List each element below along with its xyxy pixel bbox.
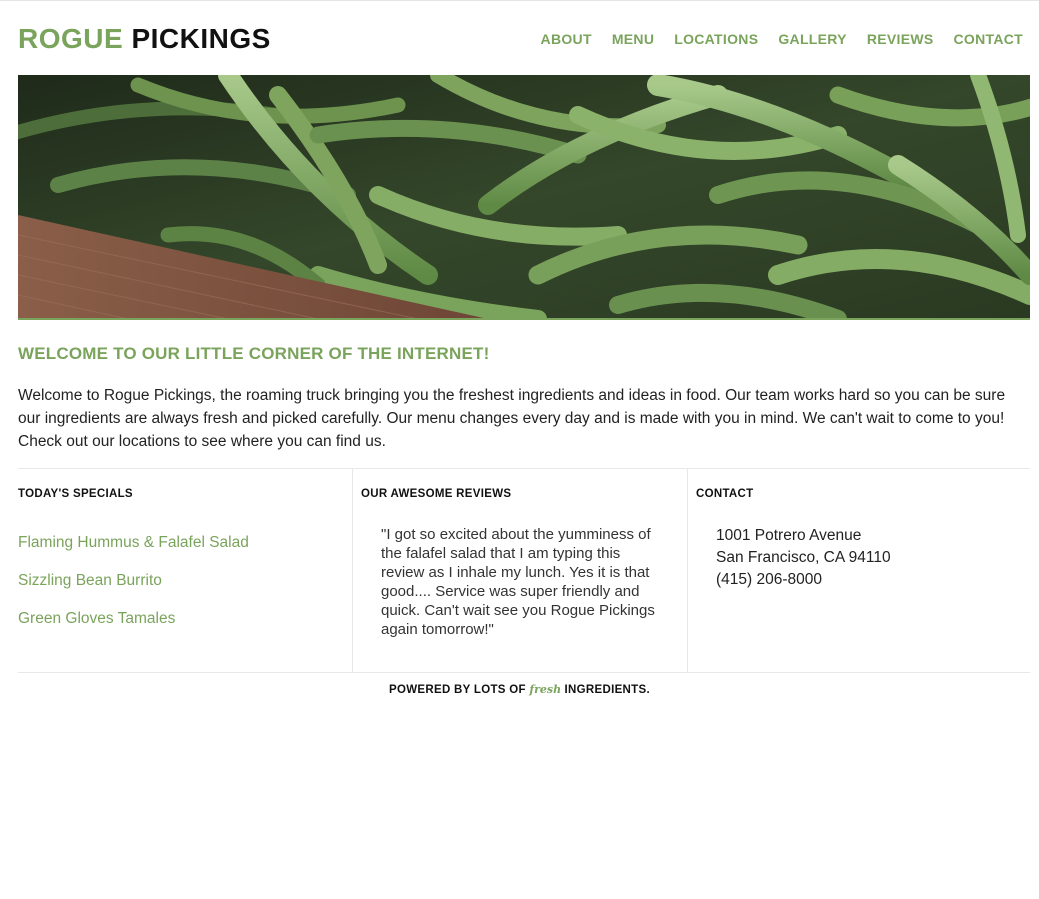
contact-heading: CONTACT xyxy=(696,488,754,500)
green-beans-photo xyxy=(18,75,1030,319)
nav-locations[interactable]: LOCATIONS xyxy=(674,31,758,47)
site-header: ROGUE PICKINGS ABOUT MENU LOCATIONS GALL… xyxy=(18,22,1023,56)
contact-phone[interactable]: (415) 206-8000 xyxy=(716,569,891,591)
nav-contact[interactable]: CONTACT xyxy=(954,31,1024,47)
top-border xyxy=(0,0,1039,1)
welcome-title: WELCOME TO OUR LITTLE CORNER OF THE INTE… xyxy=(18,344,490,363)
nav-gallery[interactable]: GALLERY xyxy=(778,31,846,47)
review-quote: "I got so excited about the yumminess of… xyxy=(381,526,655,638)
specials-heading: TODAY'S SPECIALS xyxy=(18,488,133,500)
main-nav: ABOUT MENU LOCATIONS GALLERY REVIEWS CON… xyxy=(521,22,1023,56)
nav-about[interactable]: ABOUT xyxy=(541,31,592,47)
info-columns: TODAY'S SPECIALS Flaming Hummus & Falafe… xyxy=(18,468,1030,673)
reviews-column: OUR AWESOME REVIEWS "I got so excited ab… xyxy=(352,469,687,673)
footer-text-before: POWERED BY LOTS OF xyxy=(389,684,530,696)
hero-divider xyxy=(18,318,1030,320)
footer-text-after: INGREDIENTS. xyxy=(561,684,650,696)
address-city: San Francisco, CA 94110 xyxy=(716,549,891,566)
address-street: 1001 Potrero Avenue xyxy=(716,527,862,544)
logo-word-pickings: PICKINGS xyxy=(131,23,271,54)
contact-column: CONTACT 1001 Potrero Avenue San Francisc… xyxy=(687,469,1030,673)
hero-image xyxy=(18,75,1030,319)
reviews-heading: OUR AWESOME REVIEWS xyxy=(361,488,512,500)
nav-menu[interactable]: MENU xyxy=(612,31,654,47)
special-item: Green Gloves Tamales xyxy=(18,610,176,627)
site-footer: POWERED BY LOTS OF fresh INGREDIENTS. xyxy=(0,683,1039,696)
nav-reviews[interactable]: REVIEWS xyxy=(867,31,934,47)
special-item: Flaming Hummus & Falafel Salad xyxy=(18,534,249,551)
footer-fresh-word: fresh xyxy=(529,683,562,696)
welcome-text: Welcome to Rogue Pickings, the roaming t… xyxy=(18,387,1006,450)
special-item: Sizzling Bean Burrito xyxy=(18,572,162,589)
contact-address: 1001 Potrero Avenue San Francisco, CA 94… xyxy=(716,525,891,591)
specials-list: Flaming Hummus & Falafel Salad Sizzling … xyxy=(18,533,249,647)
specials-column: TODAY'S SPECIALS Flaming Hummus & Falafe… xyxy=(18,469,352,673)
logo-word-rogue: ROGUE xyxy=(18,23,124,54)
site-logo[interactable]: ROGUE PICKINGS xyxy=(18,22,271,56)
